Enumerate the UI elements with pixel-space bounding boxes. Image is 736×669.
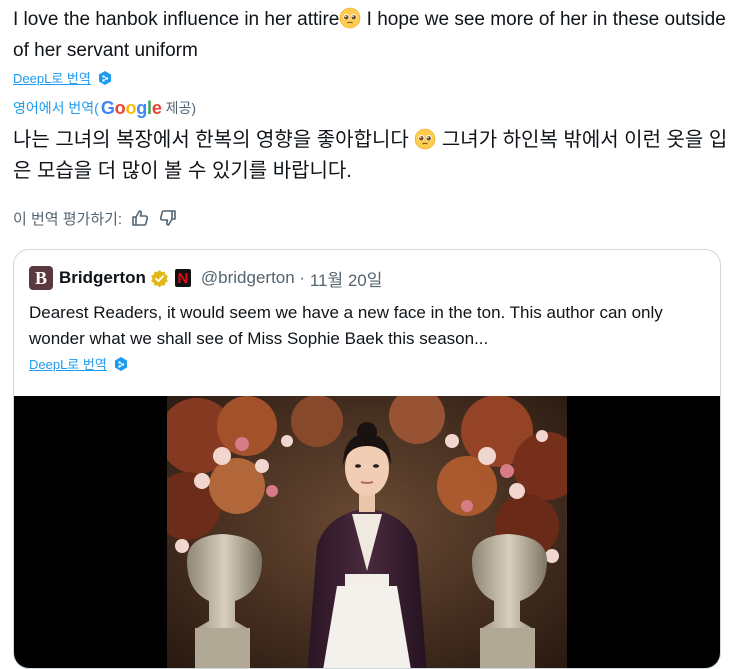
thumbs-down-icon[interactable] <box>158 208 178 228</box>
quoted-tweet-card[interactable]: B Bridgerton N @bridgerton · 11월 20일 Dea… <box>13 249 721 669</box>
avatar[interactable]: B <box>29 266 53 290</box>
separator-dot: · <box>294 268 310 287</box>
rate-translation: 이 번역 평가하기: <box>13 205 178 231</box>
google-logo: Google <box>100 97 162 118</box>
deepl-translate-link[interactable]: DeepL로 번역 <box>13 68 113 87</box>
quoted-tweet-header: B Bridgerton N @bridgerton · 11월 20일 <box>29 264 382 292</box>
quoted-tweet-text: Dearest Readers, it would seem we have a… <box>29 303 663 348</box>
tweet-text-part1: I love the hanbok influence in her attir… <box>13 9 340 30</box>
pleading-face-emoji-icon <box>415 128 436 150</box>
translated-text-part1: 나는 그녀의 복장에서 한복의 영향을 좋아합니다 <box>13 129 415 151</box>
thumbs-up-icon[interactable] <box>130 208 150 228</box>
post-date[interactable]: 11월 20일 <box>310 266 383 291</box>
rate-translation-label: 이 번역 평가하기: <box>13 210 123 228</box>
quoted-deepl-translate-link[interactable]: DeepL로 번역 <box>29 354 129 373</box>
deepl-icon <box>98 70 111 85</box>
quoted-deepl-translate-label: DeepL로 번역 <box>29 357 107 372</box>
translated-text: 나는 그녀의 복장에서 한복의 영향을 좋아합니다 그녀가 하인복 밖에서 이런… <box>13 125 728 187</box>
verified-badge-icon <box>151 269 168 287</box>
google-provided-label: 제공) <box>165 100 197 116</box>
google-translation-attribution[interactable]: 영어에서 번역( Google 제공) <box>13 96 196 120</box>
pleading-face-emoji-icon <box>340 7 361 29</box>
author-name[interactable]: Bridgerton <box>59 268 146 288</box>
deepl-translate-label: DeepL로 번역 <box>13 71 91 86</box>
author-handle[interactable]: @bridgerton <box>201 268 295 288</box>
media-photo[interactable] <box>167 396 567 669</box>
google-translated-from: 영어에서 번역( <box>13 100 99 116</box>
netflix-icon: N <box>174 269 191 287</box>
quoted-media[interactable] <box>14 396 720 669</box>
tweet-text: I love the hanbok influence in her attir… <box>13 4 728 66</box>
deepl-icon <box>114 356 127 371</box>
